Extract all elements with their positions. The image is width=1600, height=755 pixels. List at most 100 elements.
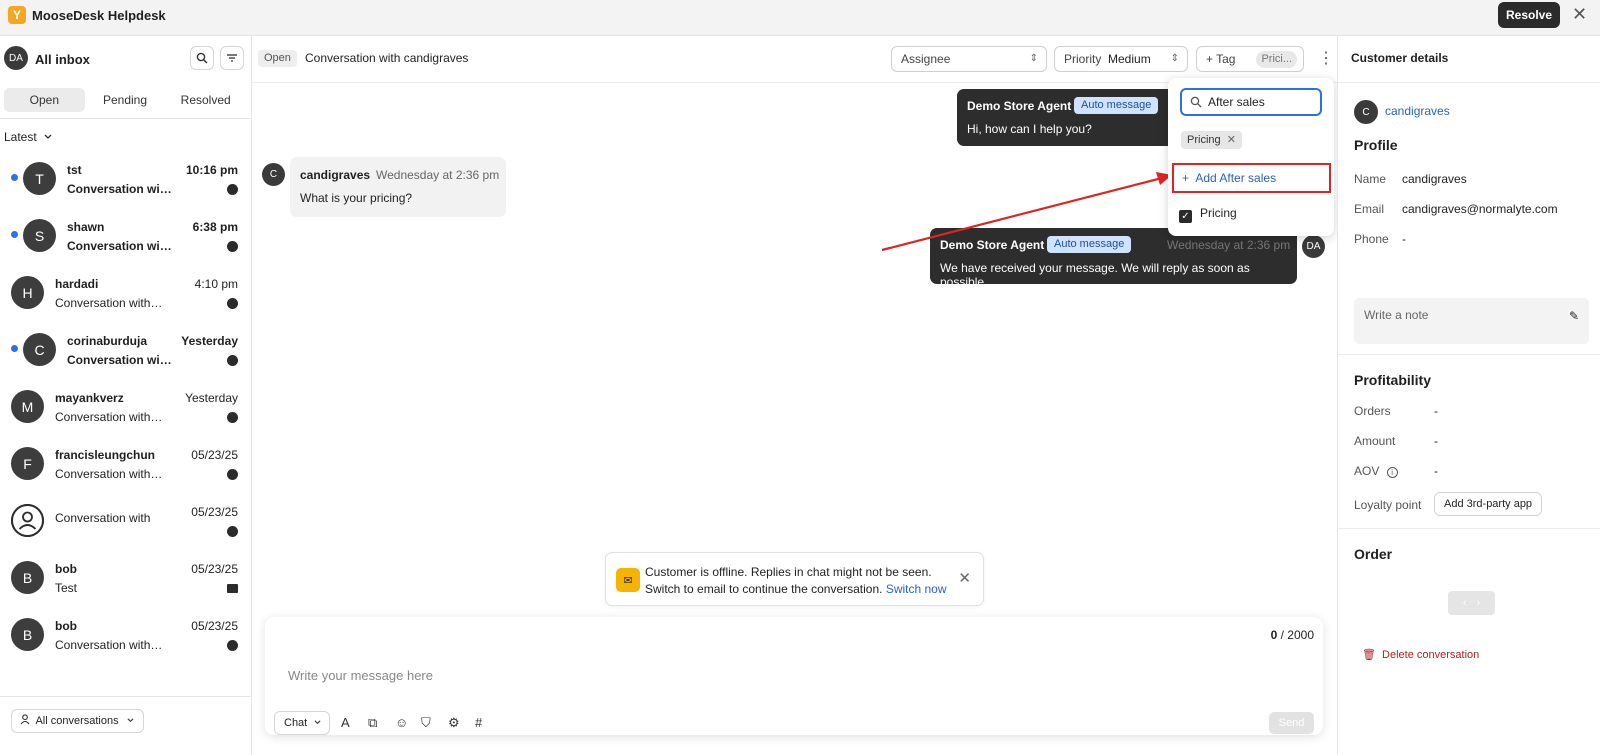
avatar: F	[11, 447, 44, 480]
chevron-left-icon[interactable]: ‹	[1463, 597, 1467, 609]
agent-avatar[interactable]: DA	[4, 46, 28, 70]
search-button[interactable]	[190, 46, 214, 70]
avatar: DA	[1302, 235, 1325, 258]
priority-value: Medium	[1108, 52, 1151, 66]
close-icon[interactable]: ✕	[958, 569, 971, 587]
contact-name: bob	[55, 619, 77, 633]
switch-now-link[interactable]: Switch now	[886, 582, 947, 596]
updown-icon: ⇕	[1029, 53, 1038, 64]
sender-name: candigraves	[300, 168, 371, 182]
assignee-label: Assignee	[901, 52, 951, 66]
note-field[interactable]: Write a note ✎	[1354, 298, 1589, 344]
tag-option-pricing[interactable]: ✓ Pricing	[1179, 206, 1237, 223]
aov-label: AOV i	[1354, 464, 1398, 478]
mail-icon: ✉	[616, 568, 640, 592]
customer-link[interactable]: candigraves	[1385, 104, 1450, 118]
offline-text: Customer is offline. Replies in chat mig…	[645, 565, 932, 579]
info-icon[interactable]: i	[1386, 467, 1398, 478]
contact-name: mayankverz	[55, 391, 124, 405]
channel-select[interactable]: Chat	[274, 711, 330, 735]
app-logo: Y	[8, 6, 26, 24]
add-tag-option[interactable]: + Add After sales	[1172, 163, 1331, 193]
contact-name: corinaburduja	[67, 334, 148, 348]
list-item[interactable]: B bob 05/23/25 Conversation with candigr…	[0, 613, 252, 670]
updown-icon: ⇕	[1170, 53, 1179, 64]
sort-dropdown[interactable]: Latest	[4, 130, 53, 144]
list-item[interactable]: M mayankverz Yesterday Conversation with…	[0, 385, 252, 442]
amount-value: -	[1434, 434, 1438, 448]
phone-value: -	[1402, 232, 1406, 246]
resolve-button[interactable]: Resolve	[1498, 2, 1560, 28]
tag-chip: Prici...	[1256, 51, 1297, 68]
offline-text: Switch to email to continue the conversa…	[645, 582, 947, 596]
unread-dot	[11, 174, 18, 181]
delete-label: Delete conversation	[1382, 649, 1480, 661]
checkbox-checked-icon[interactable]: ✓	[1179, 210, 1192, 223]
panel-title: Customer details	[1351, 51, 1449, 65]
tab-resolved[interactable]: Resolved	[165, 88, 246, 112]
name-label: Name	[1354, 172, 1387, 186]
char-count: 0 / 2000	[1270, 628, 1314, 642]
edit-icon[interactable]: ✎	[1569, 309, 1579, 323]
phone-label: Phone	[1354, 232, 1389, 246]
avatar: H	[11, 276, 44, 309]
list-item[interactable]: F francisleungchun 05/23/25 Conversation…	[0, 442, 252, 499]
list-item[interactable]: S shawn 6:38 pm Conversation with candig…	[0, 214, 252, 271]
tab-pending[interactable]: Pending	[85, 88, 166, 112]
preview-text: Conversation with	[55, 511, 151, 525]
list-item[interactable]: C corinaburduja Yesterday Conversation w…	[0, 328, 252, 385]
channel-label: Chat	[284, 717, 308, 729]
timestamp: Yesterday	[185, 391, 238, 405]
emoji-icon[interactable]: ☺	[395, 715, 408, 730]
divider	[0, 118, 252, 119]
timestamp: 4:10 pm	[194, 277, 238, 291]
chevron-right-icon[interactable]: ›	[1477, 597, 1481, 609]
close-icon[interactable]: ✕	[1572, 4, 1587, 25]
tag-dropdown: Pricing ✕ + Add After sales ✓ Pricing	[1168, 78, 1334, 236]
tag-search-input[interactable]	[1208, 95, 1308, 109]
text-format-icon[interactable]: A	[341, 715, 350, 730]
contact-name: bob	[55, 562, 77, 576]
delete-conversation-button[interactable]: 🗑 Delete conversation	[1362, 648, 1479, 661]
status-tabs: Open Pending Resolved	[4, 88, 246, 112]
tag-select[interactable]: + Tag Prici...	[1196, 46, 1304, 72]
chat-icon	[227, 184, 238, 195]
contact-name: shawn	[67, 220, 105, 234]
tag-search-field[interactable]	[1180, 88, 1322, 116]
add-3rd-party-app-button[interactable]: Add 3rd-party app	[1434, 492, 1543, 516]
order-heading: Order	[1354, 546, 1393, 562]
hashtag-icon[interactable]: #	[475, 715, 482, 730]
list-item[interactable]: T tst 10:16 pm Conversation with candigr…	[0, 157, 252, 214]
assignee-select[interactable]: Assignee ⇕	[891, 46, 1047, 72]
amount-label: Amount	[1354, 434, 1396, 448]
priority-select[interactable]: Priority Medium ⇕	[1054, 46, 1188, 72]
more-icon[interactable]: ⋮	[1318, 48, 1334, 68]
list-item[interactable]: H hardadi 4:10 pm Conversation with cand…	[0, 271, 252, 328]
discount-icon[interactable]: ⚙	[448, 715, 460, 731]
list-item[interactable]: 05/23/25 Conversation with	[0, 499, 252, 556]
list-item[interactable]: B bob 05/23/25 Test	[0, 556, 252, 613]
saved-replies-icon[interactable]: ⧉	[368, 715, 377, 731]
tab-open[interactable]: Open	[4, 88, 85, 112]
timestamp: 05/23/25	[191, 562, 238, 576]
offline-text-2: Switch to email to continue the conversa…	[645, 582, 883, 596]
inbox-sidebar: DA All inbox Open Pending Resolved Lates…	[0, 36, 252, 755]
preview-text: Conversation with candigraves	[55, 467, 163, 481]
timestamp: Wednesday at 2:36 pm	[1167, 238, 1291, 252]
top-bar: Y MooseDesk Helpdesk Resolve ✕	[0, 0, 1600, 36]
shopify-icon[interactable]: ⛉	[421, 715, 431, 731]
avatar: M	[11, 390, 44, 423]
message-input[interactable]: Write your message here	[288, 668, 433, 683]
order-pager: ‹ ›	[1448, 591, 1495, 615]
chevron-down-icon	[314, 720, 321, 725]
contact-name: francisleungchun	[55, 448, 156, 462]
timestamp: Yesterday	[181, 334, 238, 348]
note-placeholder: Write a note	[1364, 308, 1429, 322]
remove-icon[interactable]: ✕	[1227, 134, 1236, 146]
send-button[interactable]: Send	[1269, 712, 1314, 734]
all-conversations-filter[interactable]: All conversations	[11, 709, 144, 733]
filter-button[interactable]	[220, 46, 244, 70]
tag-chip-label: Pricing	[1187, 134, 1221, 146]
chevron-down-icon	[127, 718, 134, 723]
filter-label: All conversations	[35, 715, 119, 727]
